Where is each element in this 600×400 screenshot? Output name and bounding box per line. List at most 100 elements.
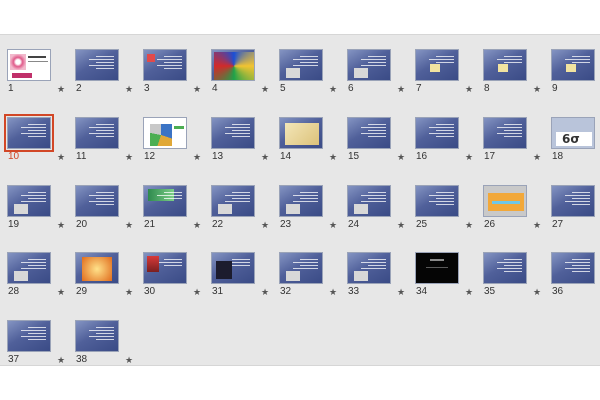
slide-thumbnail[interactable]	[211, 49, 255, 81]
slide-thumbnail[interactable]	[551, 49, 595, 81]
slide-transition-star-icon[interactable]: ★	[125, 84, 133, 94]
dark-image	[216, 261, 232, 279]
slide-text-line	[436, 192, 454, 193]
slide-text-line	[504, 259, 522, 260]
slide-transition-star-icon[interactable]: ★	[397, 220, 405, 230]
slide-thumbnail[interactable]	[7, 49, 51, 81]
slide-thumbnail[interactable]	[75, 252, 119, 284]
slide-number: 22	[212, 219, 224, 230]
slide-thumbnail[interactable]	[551, 185, 595, 217]
slide-thumbnail[interactable]	[347, 185, 391, 217]
slide-transition-star-icon[interactable]: ★	[465, 287, 473, 297]
slide-thumbnail[interactable]	[415, 185, 459, 217]
slide-text-line	[293, 201, 318, 202]
slide-thumbnail[interactable]	[4, 114, 54, 152]
slide-transition-star-icon[interactable]: ★	[329, 220, 337, 230]
slide-transition-star-icon[interactable]: ★	[261, 287, 269, 297]
slide-thumbnail[interactable]	[415, 49, 459, 81]
slide-transition-star-icon[interactable]: ★	[329, 152, 337, 162]
slide-transition-star-icon[interactable]: ★	[193, 152, 201, 162]
slide-thumbnail[interactable]	[483, 252, 527, 284]
slide-thumbnail[interactable]	[7, 185, 51, 217]
slide-thumbnail[interactable]	[75, 49, 119, 81]
faint-text-mark	[430, 259, 444, 261]
slide-transition-star-icon[interactable]: ★	[533, 152, 541, 162]
slide-transition-star-icon[interactable]: ★	[261, 152, 269, 162]
slide-thumbnail[interactable]	[415, 252, 459, 284]
slide-thumbnail[interactable]	[211, 117, 255, 149]
slide-thumbnail[interactable]	[279, 117, 323, 149]
slide-transition-star-icon[interactable]: ★	[533, 84, 541, 94]
slide-text-line	[436, 56, 454, 57]
slide-transition-star-icon[interactable]: ★	[125, 152, 133, 162]
slide-number: 1	[8, 83, 14, 94]
slide-thumbnail[interactable]	[347, 49, 391, 81]
slide-text-line	[225, 195, 250, 196]
slide-thumbnail[interactable]	[347, 252, 391, 284]
slide-text-line	[436, 136, 454, 137]
slide-thumbnail[interactable]	[483, 185, 527, 217]
slide-transition-star-icon[interactable]: ★	[533, 220, 541, 230]
slide-transition-star-icon[interactable]: ★	[533, 287, 541, 297]
slide-thumbnail[interactable]	[7, 320, 51, 352]
orange-image	[82, 257, 112, 281]
slide-thumbnail[interactable]	[143, 49, 187, 81]
slide-number: 21	[144, 219, 156, 230]
slide-text-line	[21, 127, 46, 128]
slide-thumbnail[interactable]	[483, 49, 527, 81]
slide-thumbnail[interactable]	[75, 117, 119, 149]
slide-transition-star-icon[interactable]: ★	[125, 220, 133, 230]
slide-transition-star-icon[interactable]: ★	[125, 355, 133, 365]
slide-transition-star-icon[interactable]: ★	[329, 84, 337, 94]
slide-text-line	[164, 56, 182, 57]
slide-thumbnail[interactable]	[279, 252, 323, 284]
slide-text-line	[429, 195, 454, 196]
slide-transition-star-icon[interactable]: ★	[261, 220, 269, 230]
slide-transition-star-icon[interactable]: ★	[57, 152, 65, 162]
slide-text-line	[361, 268, 386, 269]
slide-transition-star-icon[interactable]: ★	[57, 84, 65, 94]
slide-thumbnail[interactable]	[415, 117, 459, 149]
slide-thumbnail[interactable]	[75, 185, 119, 217]
slide-transition-star-icon[interactable]: ★	[193, 220, 201, 230]
slide-thumbnail[interactable]	[143, 252, 187, 284]
slide-text-line	[361, 195, 386, 196]
slide-text-line	[368, 130, 386, 131]
slide-thumbnail[interactable]	[279, 49, 323, 81]
slide-transition-star-icon[interactable]: ★	[125, 287, 133, 297]
slide-transition-star-icon[interactable]: ★	[397, 287, 405, 297]
slide-thumbnail[interactable]	[551, 252, 595, 284]
slide-transition-star-icon[interactable]: ★	[57, 220, 65, 230]
slide-thumbnail[interactable]	[347, 117, 391, 149]
slide-transition-star-icon[interactable]: ★	[193, 84, 201, 94]
slide-text-line	[96, 204, 114, 205]
slide-thumbnail[interactable]	[211, 252, 255, 284]
slide-text-line	[164, 192, 182, 193]
slide-sorter-pane[interactable]: 1 ★ 2 ★ 3 ★ 4 ★ 5 ★ 6 ★ 7 ★ 8 ★ 9 ★ 10 ★ 11 ★ 12 ★ 13 ★ 14 ★ 15 ★ 16 ★ 1…	[0, 34, 600, 366]
slide-transition-star-icon[interactable]: ★	[465, 220, 473, 230]
slide-text-line	[21, 133, 46, 134]
slide-transition-star-icon[interactable]: ★	[397, 152, 405, 162]
slide-transition-star-icon[interactable]: ★	[193, 287, 201, 297]
slide-thumbnail[interactable]: 6σ	[551, 117, 595, 149]
slide-transition-star-icon[interactable]: ★	[329, 287, 337, 297]
slide-thumbnail[interactable]	[75, 320, 119, 352]
slide-text-line	[368, 265, 386, 266]
slide-transition-star-icon[interactable]: ★	[465, 84, 473, 94]
slide-transition-star-icon[interactable]: ★	[397, 84, 405, 94]
slide-transition-star-icon[interactable]: ★	[57, 355, 65, 365]
slide-thumbnail[interactable]	[211, 185, 255, 217]
slide-text-line	[497, 268, 522, 269]
pink-swirl-image	[10, 54, 26, 70]
slide-transition-star-icon[interactable]: ★	[261, 84, 269, 94]
slide-thumbnail[interactable]	[279, 185, 323, 217]
slide-thumbnail[interactable]	[483, 117, 527, 149]
slide-number: 37	[8, 354, 20, 365]
slide-thumbnail[interactable]	[7, 252, 51, 284]
slide-transition-star-icon[interactable]: ★	[57, 287, 65, 297]
slide-text-line	[225, 201, 250, 202]
slide-transition-star-icon[interactable]: ★	[465, 152, 473, 162]
slide-thumbnail[interactable]	[143, 117, 187, 149]
slide-text-line	[572, 265, 590, 266]
slide-thumbnail[interactable]	[143, 185, 187, 217]
